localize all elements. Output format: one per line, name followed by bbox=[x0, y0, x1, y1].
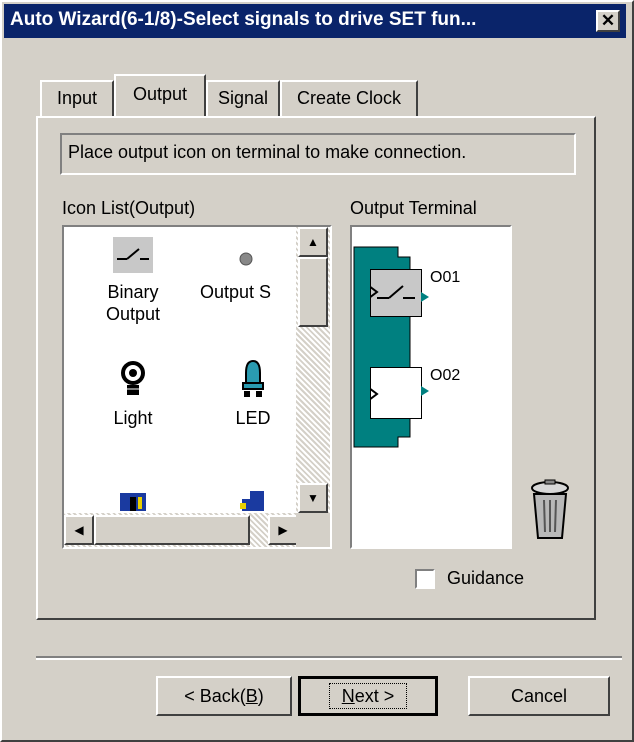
item-label-line2: Output bbox=[105, 304, 161, 324]
trash-can-icon[interactable] bbox=[528, 478, 572, 547]
terminal-connector-icon bbox=[421, 386, 429, 396]
list-item-light[interactable]: Light bbox=[78, 359, 188, 429]
tab-output[interactable]: Output bbox=[114, 74, 206, 116]
terminal-name-o02: O02 bbox=[430, 367, 461, 384]
right-arrow-icon: ▶ bbox=[278, 523, 288, 537]
input-chevron-icon bbox=[368, 387, 379, 401]
guidance-checkbox[interactable] bbox=[415, 568, 435, 589]
item-label: Binary bbox=[107, 282, 159, 302]
icon-list[interactable]: Binary Output Output S Light LED ▲ ▼ ◀ ▶ bbox=[62, 225, 332, 549]
scroll-up-button[interactable]: ▲ bbox=[298, 227, 328, 257]
back-button-tail: ) bbox=[257, 686, 264, 706]
up-arrow-icon: ▲ bbox=[307, 235, 319, 249]
switch-icon bbox=[368, 285, 415, 299]
tab-output-label: Output bbox=[132, 84, 188, 104]
close-icon: ✕ bbox=[600, 11, 616, 30]
output-terminal-label: Output Terminal bbox=[350, 198, 477, 218]
terminal-slot-o01[interactable] bbox=[368, 269, 429, 317]
icon-list-label: Icon List(Output) bbox=[62, 198, 196, 218]
switch-icon bbox=[113, 237, 153, 273]
title-bar[interactable]: Auto Wizard(6-1/8)-Select signals to dri… bbox=[4, 4, 626, 38]
scroll-left-button[interactable]: ◀ bbox=[64, 515, 94, 545]
list-item-binary-output[interactable]: Binary Output bbox=[78, 237, 188, 325]
vertical-scrollbar[interactable]: ▲ ▼ bbox=[296, 227, 330, 513]
tab-create-clock-label: Create Clock bbox=[296, 88, 402, 108]
scroll-right-button[interactable]: ▶ bbox=[268, 515, 298, 545]
item-label: Output S bbox=[200, 282, 272, 302]
horizontal-scrollbar[interactable]: ◀ ▶ bbox=[64, 513, 298, 547]
horizontal-scroll-thumb[interactable] bbox=[94, 515, 250, 545]
close-button[interactable]: ✕ bbox=[596, 10, 620, 32]
guidance-option[interactable]: Guidance bbox=[415, 568, 524, 589]
terminal-name-o01: O01 bbox=[430, 269, 461, 286]
tab-signal-label: Signal bbox=[217, 88, 269, 108]
bulb-icon bbox=[121, 361, 145, 395]
tab-input-label: Input bbox=[56, 88, 98, 108]
dot-icon bbox=[239, 252, 253, 266]
led-icon bbox=[242, 359, 264, 397]
vertical-scroll-thumb[interactable] bbox=[298, 257, 328, 327]
next-accelerator: N bbox=[341, 686, 355, 706]
down-arrow-icon: ▼ bbox=[307, 491, 319, 505]
back-accelerator: B bbox=[245, 686, 258, 706]
scrollbar-corner bbox=[296, 513, 330, 547]
tab-create-clock[interactable]: Create Clock bbox=[280, 80, 418, 116]
cancel-button[interactable]: Cancel bbox=[468, 676, 610, 716]
next-button[interactable]: Next > bbox=[298, 676, 438, 716]
terminal-slot-o02[interactable] bbox=[368, 367, 429, 419]
separator-highlight bbox=[36, 658, 622, 660]
device-icon bbox=[240, 491, 264, 511]
back-button-label: < Back( bbox=[184, 686, 246, 706]
tab-signal[interactable]: Signal bbox=[206, 80, 280, 116]
left-arrow-icon: ◀ bbox=[74, 523, 84, 537]
list-item-output-s[interactable]: Output S bbox=[200, 237, 300, 303]
panel-icon bbox=[120, 493, 146, 511]
next-focus-rect: Next > bbox=[328, 683, 408, 709]
window-title: Auto Wizard(6-1/8)-Select signals to dri… bbox=[10, 9, 477, 30]
terminal-connector-icon bbox=[421, 292, 429, 302]
guidance-label: Guidance bbox=[447, 568, 525, 588]
scroll-down-button[interactable]: ▼ bbox=[298, 483, 328, 513]
cancel-button-label: Cancel bbox=[510, 686, 568, 706]
item-label: LED bbox=[235, 408, 271, 428]
next-button-label: ext > bbox=[354, 686, 395, 706]
instruction-text: Place output icon on terminal to make co… bbox=[60, 133, 576, 175]
item-label: Light bbox=[113, 408, 153, 428]
list-item-led[interactable]: LED bbox=[198, 359, 308, 429]
output-terminal-panel[interactable]: O01 O02 bbox=[350, 225, 512, 549]
tab-input[interactable]: Input bbox=[40, 80, 114, 116]
back-button[interactable]: < Back(B) bbox=[156, 676, 292, 716]
